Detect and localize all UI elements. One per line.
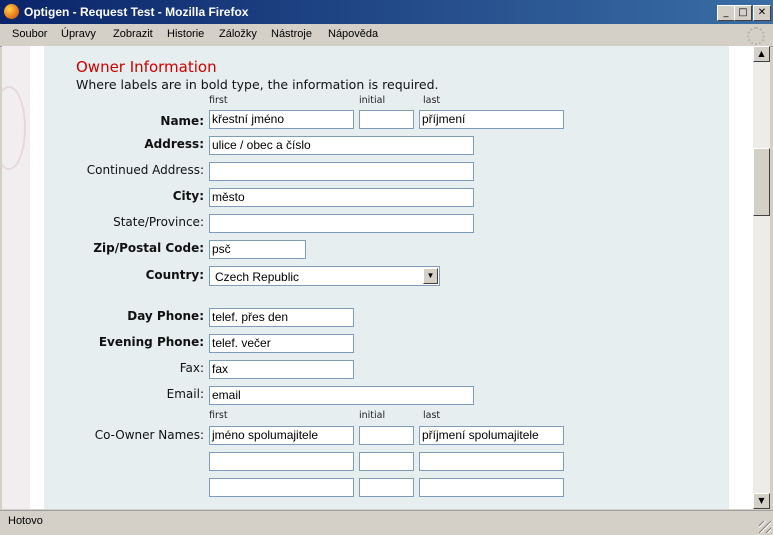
title-bar: Optigen - Request Test - Mozilla Firefox…	[0, 0, 773, 24]
coowner-initial-caption: initial	[359, 410, 386, 421]
coowner-first-caption: first	[209, 410, 228, 421]
fax-label: Fax:	[179, 361, 204, 375]
fax-input[interactable]: fax	[209, 360, 354, 379]
city-input[interactable]: město	[209, 188, 474, 207]
name-initial-caption: initial	[359, 95, 386, 106]
minimize-button[interactable]: _	[717, 5, 735, 21]
scroll-thumb[interactable]	[753, 148, 770, 216]
menu-soubor[interactable]: Soubor	[12, 28, 47, 40]
menu-historie[interactable]: Historie	[167, 28, 204, 40]
coowner-first-input[interactable]	[209, 478, 354, 497]
zip-label: Zip/Postal Code:	[93, 241, 204, 255]
coowner-initial-input[interactable]	[359, 426, 414, 445]
city-label: City:	[172, 189, 204, 203]
dayphone-label: Day Phone:	[127, 309, 204, 323]
coowner-label: Co-Owner Names:	[94, 428, 204, 442]
country-select-value: Czech Republic	[215, 270, 300, 284]
name-initial-input[interactable]	[359, 110, 414, 129]
maximize-button[interactable]: □	[734, 5, 752, 21]
name-last-input[interactable]: příjmení	[419, 110, 564, 129]
email-input[interactable]: email	[209, 386, 474, 405]
status-bar: Hotovo	[0, 510, 773, 535]
address-label: Address:	[144, 137, 204, 151]
resize-grip-icon[interactable]	[759, 521, 771, 533]
address-input[interactable]: ulice / obec a číslo	[209, 136, 474, 155]
coowner-last-caption: last	[423, 410, 441, 421]
menu-nastroje[interactable]: Nástroje	[271, 28, 312, 40]
status-text: Hotovo	[8, 515, 43, 527]
throbber-icon	[747, 27, 765, 45]
coowner-last-input[interactable]: příjmení spolumajitele	[419, 426, 564, 445]
page-side-decoration	[2, 46, 30, 509]
menu-zalozky[interactable]: Záložky	[219, 28, 257, 40]
section-heading: Owner Information	[76, 58, 217, 76]
menu-bar: Soubor Úpravy Zobrazit Historie Záložky …	[0, 24, 773, 47]
state-label: State/Province:	[113, 215, 204, 229]
coowner-first-input[interactable]	[209, 452, 354, 471]
scroll-up-button[interactable]: ▲	[753, 46, 770, 62]
chevron-down-icon[interactable]: ▼	[423, 268, 438, 284]
menu-napoveda[interactable]: Nápověda	[328, 28, 378, 40]
email-label: Email:	[166, 387, 204, 401]
dayphone-input[interactable]: telef. přes den	[209, 308, 354, 327]
required-note: Where labels are in bold type, the infor…	[76, 77, 439, 92]
menu-zobrazit[interactable]: Zobrazit	[113, 28, 153, 40]
coowner-last-input[interactable]	[419, 452, 564, 471]
vertical-scrollbar[interactable]: ▲ ▼	[753, 46, 770, 509]
country-select[interactable]: Czech Republic ▼	[209, 266, 440, 286]
state-input[interactable]	[209, 214, 474, 233]
scroll-down-button[interactable]: ▼	[753, 493, 770, 509]
window-title: Optigen - Request Test - Mozilla Firefox	[24, 5, 249, 19]
name-first-caption: first	[209, 95, 228, 106]
evephone-input[interactable]: telef. večer	[209, 334, 354, 353]
close-button[interactable]: ✕	[753, 5, 771, 21]
menu-upravy[interactable]: Úpravy	[61, 28, 96, 40]
coowner-last-input[interactable]	[419, 478, 564, 497]
evephone-label: Evening Phone:	[98, 335, 204, 349]
name-last-caption: last	[423, 95, 441, 106]
name-first-input[interactable]: křestní jméno	[209, 110, 354, 129]
coowner-initial-input[interactable]	[359, 478, 414, 497]
firefox-icon	[4, 4, 19, 19]
zip-input[interactable]: psč	[209, 240, 306, 259]
name-label: Name:	[160, 114, 204, 128]
country-label: Country:	[145, 268, 204, 282]
address2-label: Continued Address:	[86, 163, 204, 177]
address2-input[interactable]	[209, 162, 474, 181]
coowner-initial-input[interactable]	[359, 452, 414, 471]
coowner-first-input[interactable]: jméno spolumajitele	[209, 426, 354, 445]
